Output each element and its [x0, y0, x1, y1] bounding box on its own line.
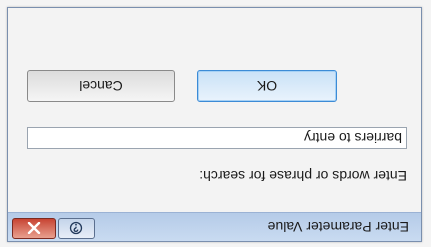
dialog-body: Enter words or phrase for search: OK Can…: [8, 8, 421, 212]
ok-button[interactable]: OK: [197, 70, 337, 102]
search-prompt-label: Enter words or phrase for search:: [199, 168, 407, 184]
close-x-icon: [27, 222, 41, 235]
cancel-button[interactable]: Cancel: [27, 70, 175, 102]
ok-button-label: OK: [256, 78, 278, 94]
caption-buttons: [12, 218, 95, 239]
search-phrase-input[interactable]: [27, 127, 407, 149]
title-bar[interactable]: Enter Parameter Value: [8, 212, 421, 241]
close-button[interactable]: [12, 218, 56, 239]
help-question-icon: [70, 222, 83, 235]
parameter-dialog: Enter Parameter Value Enter words or phr…: [7, 7, 422, 242]
screen-stage: Enter Parameter Value Enter words or phr…: [0, 0, 431, 247]
dialog-title: Enter Parameter Value: [267, 219, 409, 235]
cancel-button-label: Cancel: [79, 78, 123, 94]
help-button[interactable]: [58, 218, 95, 239]
